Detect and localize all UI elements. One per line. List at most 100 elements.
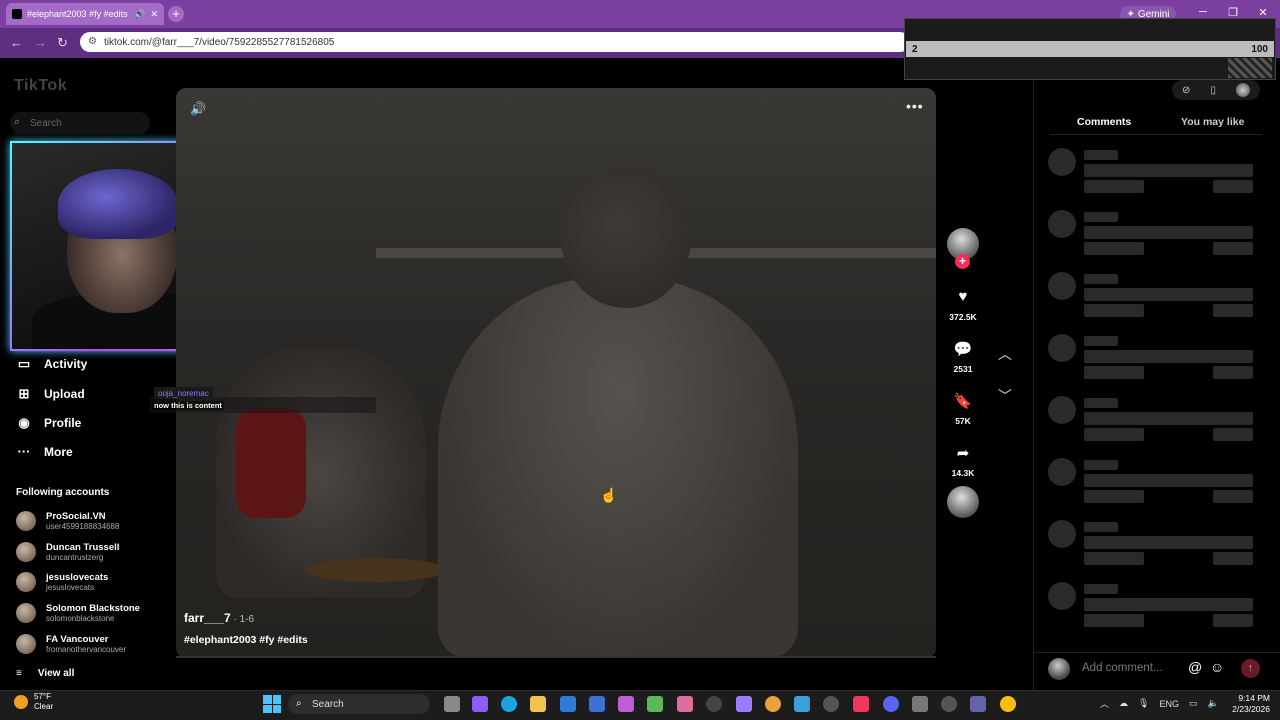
nav-label: More	[44, 444, 73, 459]
photos-icon[interactable]	[794, 696, 810, 712]
nav-profile[interactable]: ◉ Profile	[16, 415, 81, 431]
teams-icon[interactable]	[970, 696, 986, 712]
post-comment-button[interactable]: ↑	[1241, 659, 1260, 678]
app-icon[interactable]	[706, 696, 722, 712]
following-account[interactable]: ProSocial.VN user4599188834688	[16, 507, 156, 535]
taskbar-search[interactable]: Search	[288, 694, 430, 714]
chevron-up-icon[interactable]: ︿	[998, 344, 1012, 364]
video-scene-head	[561, 168, 691, 308]
app-icon[interactable]	[823, 696, 839, 712]
sound-avatar[interactable]	[947, 486, 979, 518]
minimize-icon[interactable]: ─	[1194, 6, 1212, 18]
comment-skeleton	[1048, 272, 1258, 320]
chrome-icon[interactable]	[1000, 696, 1016, 712]
display-icon[interactable]: ▭	[1189, 698, 1198, 709]
save-button[interactable]: 🔖 57K	[943, 392, 983, 426]
video-scene-red-jacket	[236, 408, 306, 518]
tiktok-logo[interactable]: TikTok	[14, 77, 67, 95]
weather-temp: 57°F	[34, 692, 51, 701]
upload-icon: ⊞	[18, 386, 30, 401]
profile-icon: ◉	[18, 415, 30, 430]
file-explorer-icon[interactable]	[530, 696, 546, 712]
save-count: 57K	[955, 416, 971, 426]
avatar	[16, 542, 36, 562]
app-icon[interactable]	[765, 696, 781, 712]
user-avatar[interactable]	[1235, 83, 1250, 97]
account-handle: solomonblackstone	[46, 614, 115, 623]
following-account[interactable]: Duncan Trussell duncantrustzerg	[16, 538, 156, 566]
following-account[interactable]: Solomon Blackstone solomonblackstone	[16, 599, 156, 627]
view-all-link[interactable]: ≡ View all	[16, 668, 74, 679]
weather-widget[interactable]: 57°F Clear	[14, 692, 53, 712]
new-tab-button[interactable]: +	[168, 6, 184, 22]
comment-skeleton	[1048, 396, 1258, 444]
volume-icon[interactable]: 🔊	[190, 101, 206, 117]
comment-skeleton	[1048, 582, 1258, 630]
app-icon[interactable]	[736, 696, 752, 712]
nav-activity[interactable]: ▭ Activity	[16, 356, 88, 372]
outlook-icon[interactable]	[560, 696, 576, 712]
top-tools: ⊘ ▯	[1172, 80, 1260, 100]
comment-input[interactable]: Add comment...	[1082, 662, 1163, 674]
nav-more[interactable]: ··· More	[16, 444, 73, 459]
copilot-icon[interactable]	[472, 696, 488, 712]
forward-icon[interactable]: →	[34, 35, 47, 50]
windows-start-icon[interactable]	[263, 695, 281, 713]
app-icon[interactable]	[941, 696, 957, 712]
follow-plus-icon[interactable]: +	[955, 254, 970, 269]
following-account[interactable]: FA Vancouver fromanothervancouver	[16, 630, 156, 658]
music-icon[interactable]	[853, 696, 869, 712]
video-player[interactable]	[176, 88, 936, 658]
discord-icon[interactable]	[883, 696, 899, 712]
chevron-down-icon[interactable]: ﹀	[998, 386, 1012, 406]
video-hashtags[interactable]: #elephant2003 #fy #edits	[184, 634, 308, 646]
view-all-label: View all	[37, 668, 75, 679]
device-icon[interactable]: ▯	[1210, 85, 1216, 96]
tab-you-may-like[interactable]: You may like	[1181, 116, 1244, 128]
video-author[interactable]: farr___7 · 1-6	[184, 611, 254, 625]
site-info-icon[interactable]: ⚙	[88, 36, 97, 47]
tab-comments[interactable]: Comments	[1077, 116, 1131, 128]
nav-label: Profile	[44, 416, 82, 430]
app-icon[interactable]	[647, 696, 663, 712]
account-handle: duncantrustzerg	[46, 553, 104, 562]
avatar	[1048, 658, 1070, 680]
speaker-icon[interactable]: 🔊	[134, 9, 145, 20]
comment-count: 2531	[953, 364, 973, 374]
more-icon: ···	[17, 444, 31, 459]
chevron-up-icon[interactable]: ︿	[1100, 697, 1109, 710]
video-progress-bar[interactable]	[176, 656, 936, 658]
task-view-icon[interactable]	[444, 696, 460, 712]
like-button[interactable]: ♥ 372.5K	[943, 288, 983, 322]
close-tab-icon[interactable]: ✕	[150, 9, 158, 20]
volume-icon[interactable]: 🔈	[1207, 698, 1218, 709]
language-indicator[interactable]: ENG	[1159, 699, 1179, 709]
bookmark-icon: 🔖	[953, 393, 973, 410]
avatar	[16, 511, 36, 531]
mention-icon[interactable]: @	[1188, 659, 1202, 675]
nav-upload[interactable]: ⊞ Upload	[16, 386, 85, 402]
search-input[interactable]: Search	[10, 112, 150, 134]
compass-icon[interactable]: ⊘	[1182, 85, 1190, 96]
following-account[interactable]: jesuslovecats jesuslovecats	[16, 568, 156, 596]
video-more-options-icon[interactable]: •••	[906, 98, 924, 114]
reload-icon[interactable]: ↻	[57, 35, 68, 51]
app-icon[interactable]	[677, 696, 693, 712]
emoji-icon[interactable]: ☺	[1210, 659, 1224, 675]
share-button[interactable]: ➦ 14.3K	[943, 444, 983, 478]
system-tray: ︿ ☁ 🎙 ENG ▭ 🔈	[1100, 697, 1219, 710]
edge-icon[interactable]	[501, 696, 517, 712]
comment-button[interactable]: 💬 2531	[943, 340, 983, 374]
store-icon[interactable]	[589, 696, 605, 712]
camera-icon[interactable]	[912, 696, 928, 712]
moon-icon	[14, 695, 28, 709]
url-field[interactable]: tiktok.com/@farr___7/video/7592285527781…	[80, 32, 910, 52]
back-icon[interactable]: ←	[10, 35, 23, 50]
onedrive-icon[interactable]: ☁	[1119, 698, 1128, 709]
account-handle: user4599188834688	[46, 522, 120, 531]
taskbar-clock[interactable]: 9:14 PM 2/23/2026	[1226, 693, 1270, 715]
browser-tab[interactable]: #elephant2003 #fy #edits | 🔊 ✕	[6, 3, 164, 25]
mic-icon[interactable]: 🎙	[1138, 698, 1149, 709]
m365-icon[interactable]	[618, 696, 634, 712]
following-accounts-header: Following accounts	[16, 487, 110, 498]
